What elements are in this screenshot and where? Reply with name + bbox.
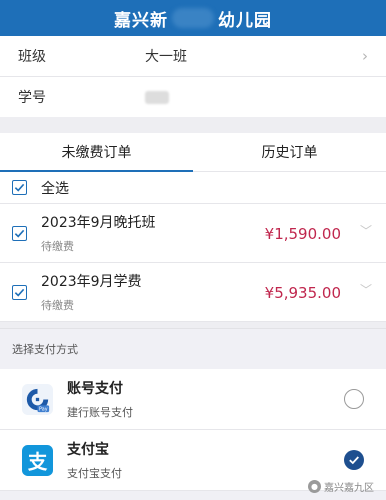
page-title-right: 幼儿园 xyxy=(218,10,272,31)
student-info-section: 班级 大一班 › 学号 xyxy=(0,36,386,117)
check-icon xyxy=(14,183,25,192)
payment-method-name: 账号支付 xyxy=(67,381,123,397)
order-status: 待缴费 xyxy=(41,299,74,312)
tab-unpaid-orders[interactable]: 未缴费订单 xyxy=(0,133,193,172)
tab-unpaid-label: 未缴费订单 xyxy=(61,145,132,161)
chevron-right-icon: › xyxy=(362,47,368,65)
order-item[interactable]: 2023年9月学费 待缴费 ¥5,935.00 ﹀ xyxy=(0,263,386,322)
order-list: 全选 2023年9月晚托班 待缴费 ¥1,590.00 ﹀ 2023年9月学费 … xyxy=(0,172,386,322)
section-gap xyxy=(0,117,386,133)
payment-method-text: 支付宝 支付宝支付 xyxy=(67,439,122,481)
payment-methods: Pay 账号支付 建行账号支付 支 支付宝 支付宝支付 xyxy=(0,369,386,491)
wechat-channel-icon: ● xyxy=(308,480,321,493)
order-tabs: 未缴费订单 历史订单 xyxy=(0,133,386,172)
alipay-icon: 支 xyxy=(22,444,53,476)
page-title: 嘉兴新 幼儿园 xyxy=(114,6,272,31)
order-checkbox[interactable] xyxy=(12,284,27,300)
order-status: 待缴费 xyxy=(41,240,74,253)
app-header: 嘉兴新 幼儿园 xyxy=(0,0,386,36)
payment-method-desc: 建行账号支付 xyxy=(67,406,133,419)
order-text: 2023年9月晚托班 待缴费 xyxy=(41,212,156,254)
payment-section-label: 选择支付方式 xyxy=(12,343,78,356)
order-name: 2023年9月晚托班 xyxy=(41,215,156,231)
ccb-bank-icon: Pay xyxy=(22,383,53,415)
student-number-row: 学号 xyxy=(0,77,386,117)
tab-history-label: 历史订单 xyxy=(261,145,318,161)
payment-section-heading: 选择支付方式 xyxy=(0,328,386,369)
order-amount: ¥1,590.00 xyxy=(264,225,341,243)
select-all-checkbox[interactable] xyxy=(12,180,27,195)
redacted-student-number xyxy=(145,90,169,104)
svg-text:支: 支 xyxy=(27,450,48,473)
order-text: 2023年9月学费 待缴费 xyxy=(41,271,142,313)
tab-history-orders[interactable]: 历史订单 xyxy=(193,133,386,171)
class-row[interactable]: 班级 大一班 › xyxy=(0,36,386,77)
svg-text:Pay: Pay xyxy=(39,406,48,412)
student-number-label: 学号 xyxy=(18,90,46,106)
payment-method-desc: 支付宝支付 xyxy=(67,467,122,480)
payment-method-account[interactable]: Pay 账号支付 建行账号支付 xyxy=(0,369,386,430)
watermark: ● 嘉兴嘉九区 xyxy=(308,479,374,494)
redacted-name-blur xyxy=(172,8,214,28)
check-icon xyxy=(14,288,25,297)
check-icon xyxy=(349,456,359,465)
payment-radio-selected[interactable] xyxy=(344,450,364,470)
payment-method-text: 账号支付 建行账号支付 xyxy=(67,378,133,420)
select-all-label: 全选 xyxy=(41,180,69,197)
payment-method-name: 支付宝 xyxy=(67,442,109,458)
check-icon xyxy=(14,229,25,238)
select-all-row[interactable]: 全选 xyxy=(0,172,386,204)
payment-radio[interactable] xyxy=(344,389,364,409)
chevron-down-icon[interactable]: ﹀ xyxy=(360,281,372,298)
page-title-left: 嘉兴新 xyxy=(114,10,168,31)
class-value: 大一班 xyxy=(145,49,187,65)
order-item[interactable]: 2023年9月晚托班 待缴费 ¥1,590.00 ﹀ xyxy=(0,204,386,263)
class-label: 班级 xyxy=(18,49,46,65)
order-amount: ¥5,935.00 xyxy=(264,284,341,302)
order-checkbox[interactable] xyxy=(12,225,27,241)
order-name: 2023年9月学费 xyxy=(41,274,142,290)
chevron-down-icon[interactable]: ﹀ xyxy=(360,222,372,239)
watermark-text: 嘉兴嘉九区 xyxy=(324,483,374,494)
